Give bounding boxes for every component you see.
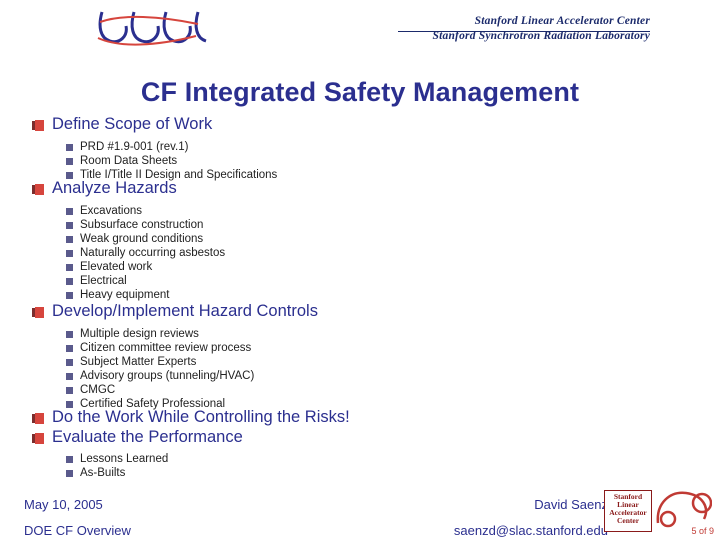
list-item: As-Builts — [66, 466, 125, 480]
list-item: Multiple design reviews — [66, 327, 199, 341]
sub-bullet-icon — [66, 470, 73, 477]
header-divider — [398, 31, 650, 32]
list-item-label: Naturally occurring asbestos — [80, 247, 226, 259]
sub-bullet-icon — [66, 359, 73, 366]
sub-bullet-icon — [66, 331, 73, 338]
footer-date: May 10, 2005 — [24, 497, 103, 512]
slide: Stanford Linear Accelerator Center Stanf… — [0, 0, 720, 540]
list-item: Naturally occurring asbestos — [66, 246, 225, 260]
list-item-label: CMGC — [80, 384, 116, 396]
sub-bullet-icon — [66, 222, 73, 229]
page-title: CF Integrated Safety Management — [140, 77, 580, 107]
list-item-label: Electrical — [80, 275, 127, 287]
sub-bullet-icon — [66, 208, 73, 215]
sub-bullet-icon — [66, 236, 73, 243]
list-item-label: Excavations — [80, 205, 143, 217]
sub-bullet-icon — [66, 292, 73, 299]
section-heading-evaluate-performance: Evaluate the Performance — [32, 427, 243, 447]
footer-email[interactable]: saenzd@slac.stanford.edu — [454, 523, 608, 539]
list-item-label: Heavy equipment — [80, 289, 170, 301]
section-heading-label: Analyze Hazards — [52, 179, 177, 197]
list-item-label: Subsurface construction — [80, 219, 204, 231]
sub-bullet-icon — [66, 250, 73, 257]
slide-body: CF Integrated Safety Management Define S… — [18, 58, 702, 482]
list-item-label: Citizen committee review process — [80, 342, 252, 354]
section-heading-develop-controls: Develop/Implement Hazard Controls — [32, 301, 318, 321]
footer-author: David Saenz — [534, 497, 608, 512]
section-heading-label: Develop/Implement Hazard Controls — [52, 302, 318, 320]
sub-bullet-icon — [66, 278, 73, 285]
list-item: CMGC — [66, 383, 115, 397]
list-item: Subject Matter Experts — [66, 355, 196, 369]
bullet-marker-icon — [32, 413, 44, 424]
lcls-logo — [96, 8, 216, 48]
list-item: Electrical — [66, 274, 127, 288]
list-item-label: Lessons Learned — [80, 453, 169, 465]
sub-bullet-icon — [66, 387, 73, 394]
slac-arc-graphic — [656, 491, 712, 528]
list-item: Elevated work — [66, 260, 152, 274]
bullet-marker-icon — [32, 307, 44, 318]
org-line-1: Stanford Linear Accelerator Center — [474, 15, 650, 27]
list-item: Citizen committee review process — [66, 341, 251, 355]
footer-deck-name: DOE CF Overview — [24, 523, 131, 538]
list-item: Weak ground conditions — [66, 232, 203, 246]
list-item-label: Multiple design reviews — [80, 328, 199, 340]
list-item: Advisory groups (tunneling/HVAC) — [66, 369, 254, 383]
section-heading-analyze-hazards: Analyze Hazards — [32, 178, 177, 198]
bullet-marker-icon — [32, 433, 44, 444]
list-item: Lessons Learned — [66, 452, 168, 466]
section-heading-label: Define Scope of Work — [52, 115, 213, 133]
list-item-label: Subject Matter Experts — [80, 356, 197, 368]
list-item: Heavy equipment — [66, 288, 170, 302]
list-item: Subsurface construction — [66, 218, 203, 232]
sub-bullet-icon — [66, 158, 73, 165]
list-item-label: Advisory groups (tunneling/HVAC) — [80, 370, 255, 382]
slac-badge-logo: Stanford Linear Accelerator Center — [604, 490, 652, 532]
page-number: 5 of 9 — [691, 526, 714, 536]
sub-bullet-icon — [66, 373, 73, 380]
sub-bullet-icon — [66, 345, 73, 352]
section-heading-label: Evaluate the Performance — [52, 428, 243, 446]
bullet-marker-icon — [32, 184, 44, 195]
list-item-label: As-Builts — [80, 467, 126, 479]
slide-header: Stanford Linear Accelerator Center Stanf… — [0, 0, 720, 58]
list-item-label: PRD #1.9-001 (rev.1) — [80, 141, 189, 153]
list-item-label: Weak ground conditions — [80, 233, 204, 245]
sub-bullet-icon — [66, 456, 73, 463]
list-item-label: Room Data Sheets — [80, 155, 178, 167]
section-heading-define-scope: Define Scope of Work — [32, 114, 212, 134]
badge-line-4: Center — [616, 516, 640, 525]
sub-bullet-icon — [66, 264, 73, 271]
list-item-label: Elevated work — [80, 261, 153, 273]
list-item: Excavations — [66, 204, 142, 218]
bullet-marker-icon — [32, 120, 44, 131]
slac-org-titles: Stanford Linear Accelerator Center Stanf… — [400, 14, 650, 44]
section-heading-do-the-work: Do the Work While Controlling the Risks! — [32, 407, 350, 427]
list-item: Room Data Sheets — [66, 154, 177, 168]
list-item: PRD #1.9-001 (rev.1) — [66, 140, 188, 154]
section-heading-label: Do the Work While Controlling the Risks! — [52, 408, 350, 426]
sub-bullet-icon — [66, 144, 73, 151]
